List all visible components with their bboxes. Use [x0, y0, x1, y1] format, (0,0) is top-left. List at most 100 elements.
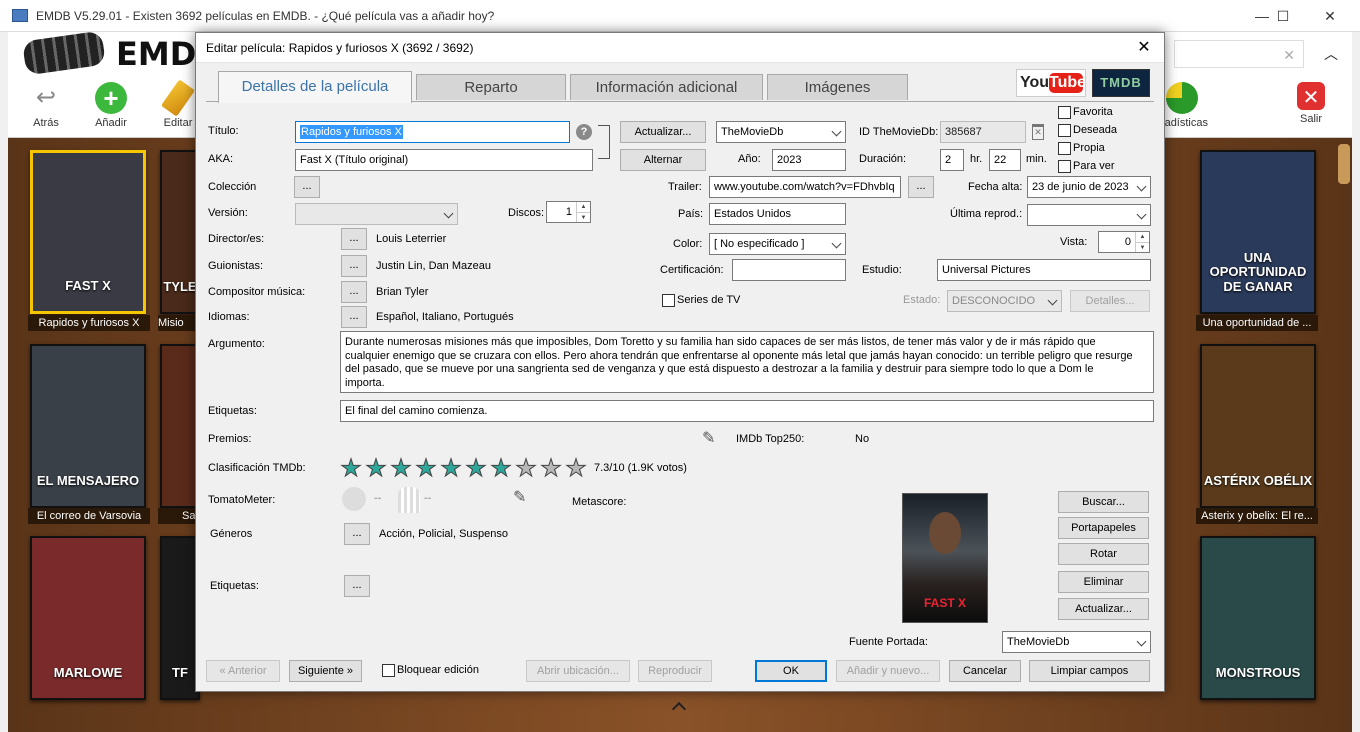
- source-select[interactable]: TheMovieDb: [716, 121, 846, 143]
- next-button[interactable]: Siguiente »: [289, 660, 362, 682]
- close-button[interactable]: ✕: [1310, 4, 1350, 28]
- dialog-close-icon[interactable]: ✕: [1132, 37, 1156, 59]
- to-watch-checkbox[interactable]: [1058, 160, 1071, 173]
- composer-button[interactable]: ...: [341, 281, 367, 303]
- clipboard-button[interactable]: Portapapeles: [1058, 517, 1149, 539]
- last-played-picker[interactable]: [1027, 204, 1151, 226]
- update-button[interactable]: Actualizar...: [620, 121, 706, 143]
- rating-star-icon[interactable]: ★: [490, 456, 513, 481]
- main-search-input[interactable]: ✕: [1174, 40, 1304, 68]
- top250-value: No: [855, 433, 870, 445]
- certification-input[interactable]: [732, 259, 846, 281]
- status-select[interactable]: DESCONOCIDO: [947, 290, 1062, 312]
- trailer-input[interactable]: www.youtube.com/watch?v=FDhvbIq: [709, 176, 901, 198]
- tagline-input[interactable]: El final del camino comienza.: [340, 400, 1154, 422]
- update-cover-button[interactable]: Actualizar...: [1058, 598, 1149, 620]
- youtube-button[interactable]: You Tube: [1016, 69, 1086, 97]
- rating-star-icon[interactable]: ★: [465, 456, 488, 481]
- exit-x-icon: ✕: [1297, 82, 1325, 110]
- delete-cover-button[interactable]: Eliminar: [1058, 571, 1149, 593]
- poster-row2-3[interactable]: ASTÉRIX OBÉLIX: [1200, 344, 1316, 508]
- stepper-down-icon[interactable]: ▼: [1135, 242, 1149, 252]
- rating-star-icon[interactable]: ★: [540, 456, 563, 481]
- rating-star-icon[interactable]: ★: [440, 456, 463, 481]
- trash-icon[interactable]: ✕: [1032, 124, 1044, 140]
- rotate-button[interactable]: Rotar: [1058, 543, 1149, 565]
- hours-input[interactable]: 2: [940, 149, 964, 171]
- plot-textarea[interactable]: Durante numerosas misiones más que impos…: [340, 331, 1154, 393]
- ok-button[interactable]: OK: [755, 660, 827, 682]
- poster-row2-1[interactable]: EL MENSAJERO: [30, 344, 146, 508]
- trailer-button[interactable]: ...: [908, 176, 934, 198]
- director-button[interactable]: ...: [341, 228, 367, 250]
- stepper-up-icon[interactable]: ▲: [1135, 232, 1149, 242]
- edit-awards-icon[interactable]: ✎: [702, 430, 720, 448]
- rating-star-icon[interactable]: ★: [415, 456, 438, 481]
- collapse-toolbar-icon[interactable]: ︿: [1324, 44, 1338, 64]
- help-icon[interactable]: ?: [576, 124, 592, 140]
- poster-row1-1[interactable]: FAST X: [30, 150, 146, 314]
- rating-star-icon[interactable]: ★: [365, 456, 388, 481]
- date-added-picker[interactable]: 23 de junio de 2023: [1027, 176, 1151, 198]
- poster-row3-1[interactable]: MARLOWE: [30, 536, 146, 700]
- previous-button[interactable]: « Anterior: [206, 660, 280, 682]
- stepper-up-icon[interactable]: ▲: [576, 202, 590, 212]
- lock-edit-checkbox[interactable]: [382, 664, 395, 677]
- version-select[interactable]: [295, 203, 458, 225]
- clear-search-icon[interactable]: ✕: [1283, 47, 1295, 64]
- add-button[interactable]: + Añadir: [83, 82, 139, 129]
- maximize-button[interactable]: ☐: [1263, 4, 1303, 28]
- tmdb-id-input[interactable]: 385687: [940, 121, 1026, 143]
- writers-button[interactable]: ...: [341, 255, 367, 277]
- title-input[interactable]: Rapidos y furiosos X: [295, 121, 570, 143]
- exit-button[interactable]: ✕ Salir: [1283, 82, 1339, 125]
- rating-star-icon[interactable]: ★: [515, 456, 538, 481]
- languages-button[interactable]: ...: [341, 306, 367, 328]
- wished-checkbox[interactable]: [1058, 124, 1071, 137]
- play-button[interactable]: Reproducir: [638, 660, 712, 682]
- poster-row2-2[interactable]: [160, 344, 200, 508]
- details-button[interactable]: Detalles...: [1070, 290, 1150, 312]
- toggle-button[interactable]: Alternar: [620, 149, 706, 171]
- poster-label: Asterix y obelix: El re...: [1196, 508, 1318, 524]
- studio-input[interactable]: Universal Pictures: [937, 259, 1151, 281]
- cancel-button[interactable]: Cancelar: [949, 660, 1021, 682]
- label-min: min.: [1026, 153, 1047, 165]
- poster-row1-3[interactable]: UNA OPORTUNIDAD DE GANAR: [1200, 150, 1316, 314]
- genres-button[interactable]: ...: [344, 523, 370, 545]
- tmdb-button[interactable]: TMDB: [1092, 69, 1150, 97]
- cover-image[interactable]: FAST X: [902, 493, 988, 623]
- favorite-checkbox[interactable]: [1058, 106, 1071, 119]
- aka-input[interactable]: Fast X (Título original): [295, 149, 593, 171]
- cover-source-select[interactable]: TheMovieDb: [1002, 631, 1151, 653]
- rating-star-icon[interactable]: ★: [565, 456, 588, 481]
- tags-button[interactable]: ...: [344, 575, 370, 597]
- poster-row3-2[interactable]: TF: [160, 536, 200, 700]
- collection-button[interactable]: ...: [294, 176, 320, 198]
- tab-info-adicional[interactable]: Información adicional: [570, 74, 763, 100]
- poster-row1-2[interactable]: TYLE: [160, 150, 200, 314]
- add-and-new-button[interactable]: Añadir y nuevo...: [836, 660, 940, 682]
- stepper-down-icon[interactable]: ▼: [576, 212, 590, 222]
- year-input[interactable]: 2023: [772, 149, 846, 171]
- color-select[interactable]: [ No especificado ]: [709, 233, 846, 255]
- tv-series-checkbox[interactable]: [662, 294, 675, 307]
- tab-detalles[interactable]: Detalles de la película: [218, 71, 412, 103]
- label-estudio: Estudio:: [862, 264, 902, 276]
- rating-star-icon[interactable]: ★: [340, 456, 363, 481]
- watched-count-stepper[interactable]: 0 ▲ ▼: [1098, 231, 1150, 253]
- owned-checkbox[interactable]: [1058, 142, 1071, 155]
- rating-star-icon[interactable]: ★: [390, 456, 413, 481]
- tab-reparto[interactable]: Reparto: [416, 74, 566, 100]
- discs-stepper[interactable]: 1 ▲ ▼: [546, 201, 591, 223]
- edit-tomatometer-icon[interactable]: ✎: [513, 489, 531, 507]
- open-location-button[interactable]: Abrir ubicación...: [526, 660, 630, 682]
- country-input[interactable]: Estados Unidos: [709, 203, 846, 225]
- back-button[interactable]: ↩ Atrás: [18, 82, 74, 129]
- tab-imagenes[interactable]: Imágenes: [767, 74, 908, 100]
- search-cover-button[interactable]: Buscar...: [1058, 491, 1149, 513]
- shelf-scrollbar[interactable]: [1338, 144, 1350, 184]
- minutes-input[interactable]: 22: [989, 149, 1021, 171]
- poster-row3-3[interactable]: MONSTROUS: [1200, 536, 1316, 700]
- clear-fields-button[interactable]: Limpiar campos: [1029, 660, 1150, 682]
